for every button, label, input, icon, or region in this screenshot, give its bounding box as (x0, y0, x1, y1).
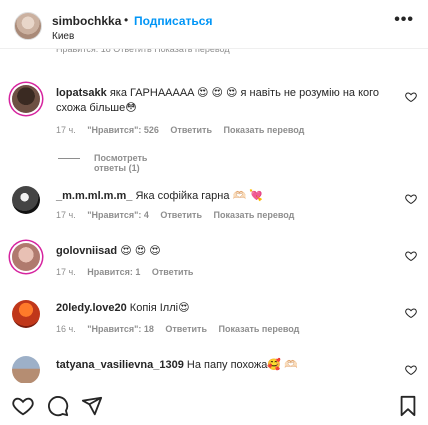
avatar[interactable] (12, 186, 40, 214)
comment-meta: 17 ч. "Нравится": 4 Ответить Показать пе… (56, 210, 303, 220)
comment-text: golovniisad 😍 😍 😍 (56, 244, 386, 259)
send-icon[interactable] (81, 395, 103, 417)
avatar[interactable] (12, 300, 40, 328)
comment-text: _m.m.ml.m.m_ Яка софійка гарна 🫶🏻 💘 (56, 189, 386, 204)
reply-button[interactable]: Ответить (152, 267, 194, 277)
replies-divider (58, 158, 80, 159)
heart-icon[interactable] (12, 395, 34, 417)
comment-time: 16 ч. (56, 324, 76, 334)
heart-outline-icon[interactable] (405, 364, 417, 376)
translate-button[interactable]: Показать перевод (219, 324, 300, 334)
comment-time: 17 ч. (56, 210, 76, 220)
comment-username[interactable]: lopatsakk (56, 87, 107, 99)
comment-likes[interactable]: Нравится: 1 (87, 267, 140, 277)
comment-meta: 17 ч. "Нравится": 526 Ответить Показать … (56, 125, 313, 135)
comment-body: На папу похожа🥰 🫶🏻 (186, 359, 298, 371)
comment-text: lopatsakk яка ГАРНАААAA 😍 😍 😍 я навіть н… (56, 86, 386, 116)
comment-time: 17 ч. (56, 125, 76, 135)
avatar[interactable] (12, 243, 40, 271)
separator-dot: • (124, 13, 129, 27)
heart-outline-icon[interactable] (405, 91, 417, 103)
comment-username[interactable]: golovniisad (56, 245, 117, 257)
comment-meta: 16 ч. "Нравится": 18 Ответить Показать п… (56, 324, 308, 334)
post-header: simbochkka • Подписаться Киев ••• (0, 0, 428, 49)
view-replies-label[interactable]: Посмотреть ответы (1) (94, 153, 147, 173)
comment-username[interactable]: 20ledy.love20 (56, 302, 127, 314)
post-actions-bar (0, 383, 428, 425)
bookmark-icon[interactable] (397, 395, 419, 417)
comment-body: Яка софійка гарна 🫶🏻 💘 (135, 190, 263, 202)
comment-meta: 17 ч. Нравится: 1 Ответить (56, 267, 202, 277)
translate-button[interactable]: Показать перевод (224, 125, 305, 135)
heart-outline-icon[interactable] (405, 307, 417, 319)
location-label[interactable]: Киев (52, 31, 74, 42)
reply-button[interactable]: Ответить (170, 125, 212, 135)
comment-likes[interactable]: "Нравится": 4 (87, 210, 149, 220)
author-username[interactable]: simbochkka (52, 14, 121, 28)
avatar[interactable] (12, 85, 40, 113)
comment-text: tatyana_vasilievna_1309 На папу похожа🥰 … (56, 358, 386, 373)
avatar[interactable] (12, 356, 40, 384)
comment-username[interactable]: tatyana_vasilievna_1309 (56, 359, 184, 371)
comment-text: 20ledy.love20 Копія Іллі😍 (56, 301, 386, 316)
comment-username[interactable]: _m.m.ml.m.m_ (56, 190, 132, 202)
comment-likes[interactable]: "Нравится": 526 (87, 125, 159, 135)
comment-body: Копія Іллі😍 (129, 302, 190, 314)
heart-outline-icon[interactable] (405, 250, 417, 262)
comment-icon[interactable] (47, 395, 69, 417)
reply-button[interactable]: Ответить (165, 324, 207, 334)
avatar[interactable] (14, 12, 42, 40)
heart-outline-icon[interactable] (405, 193, 417, 205)
comment-likes[interactable]: "Нравится": 18 (87, 324, 154, 334)
follow-button[interactable]: Подписаться (134, 14, 212, 28)
translate-button[interactable]: Показать перевод (214, 210, 295, 220)
comment-time: 17 ч. (56, 267, 76, 277)
comment-body: 😍 😍 😍 (120, 245, 161, 257)
reply-button[interactable]: Ответить (160, 210, 202, 220)
more-options-icon[interactable]: ••• (394, 12, 414, 28)
